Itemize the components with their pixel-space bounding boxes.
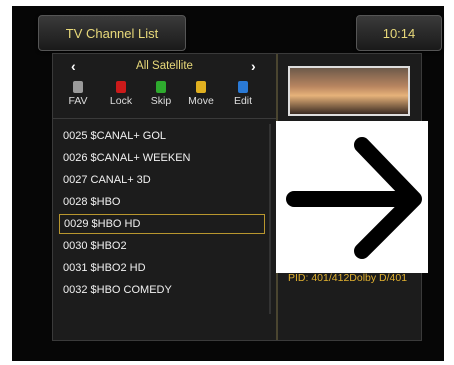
green-key-icon bbox=[156, 81, 166, 93]
scrollbar[interactable] bbox=[269, 124, 271, 314]
list-item[interactable]: 0025 $CANAL+ GOL bbox=[59, 126, 265, 146]
edit-key-label: Edit bbox=[233, 95, 253, 107]
skip-key[interactable]: Skip bbox=[141, 81, 181, 107]
clock: 10:14 bbox=[356, 15, 442, 51]
list-item[interactable]: 0027 CANAL+ 3D bbox=[59, 170, 265, 190]
list-item-selected[interactable]: 0029 $HBO HD bbox=[59, 214, 265, 234]
red-key-icon bbox=[116, 81, 126, 93]
pid-info: PID: 401/412Dolby D/401 bbox=[288, 272, 408, 284]
list-item[interactable]: 0028 $HBO bbox=[59, 192, 265, 212]
list-item[interactable]: 0031 $HBO2 HD bbox=[59, 258, 265, 278]
preview-image bbox=[288, 66, 410, 116]
move-key[interactable]: Move bbox=[181, 81, 221, 107]
edit-key[interactable]: Edit bbox=[223, 81, 263, 107]
blue-key-icon bbox=[238, 81, 248, 93]
skip-key-label: Skip bbox=[150, 95, 172, 107]
list-item[interactable]: 0026 $CANAL+ WEEKEN bbox=[59, 148, 265, 168]
list-item[interactable]: 0030 $HBO2 bbox=[59, 236, 265, 256]
function-keys: FAV Lock Skip Move Edit bbox=[53, 81, 276, 117]
lock-key[interactable]: Lock bbox=[101, 81, 141, 107]
lock-key-label: Lock bbox=[109, 95, 133, 107]
chevron-right-icon[interactable]: › bbox=[251, 58, 256, 74]
grey-key-icon bbox=[73, 81, 83, 93]
satellite-selector[interactable]: ‹ All Satellite › bbox=[53, 58, 276, 78]
satellite-label: All Satellite bbox=[136, 60, 193, 72]
page-title: TV Channel List bbox=[38, 15, 186, 51]
move-key-label: Move bbox=[188, 95, 214, 107]
fav-key-label: FAV bbox=[68, 95, 88, 107]
arrow-right-icon bbox=[286, 137, 422, 259]
list-item[interactable]: 0032 $HBO COMEDY bbox=[59, 280, 265, 300]
yellow-key-icon bbox=[196, 81, 206, 93]
channel-list-column: ‹ All Satellite › FAV Lock Skip Move Edi… bbox=[53, 54, 278, 340]
divider bbox=[53, 118, 276, 119]
arrow-overlay bbox=[276, 121, 428, 273]
fav-key[interactable]: FAV bbox=[58, 81, 98, 107]
